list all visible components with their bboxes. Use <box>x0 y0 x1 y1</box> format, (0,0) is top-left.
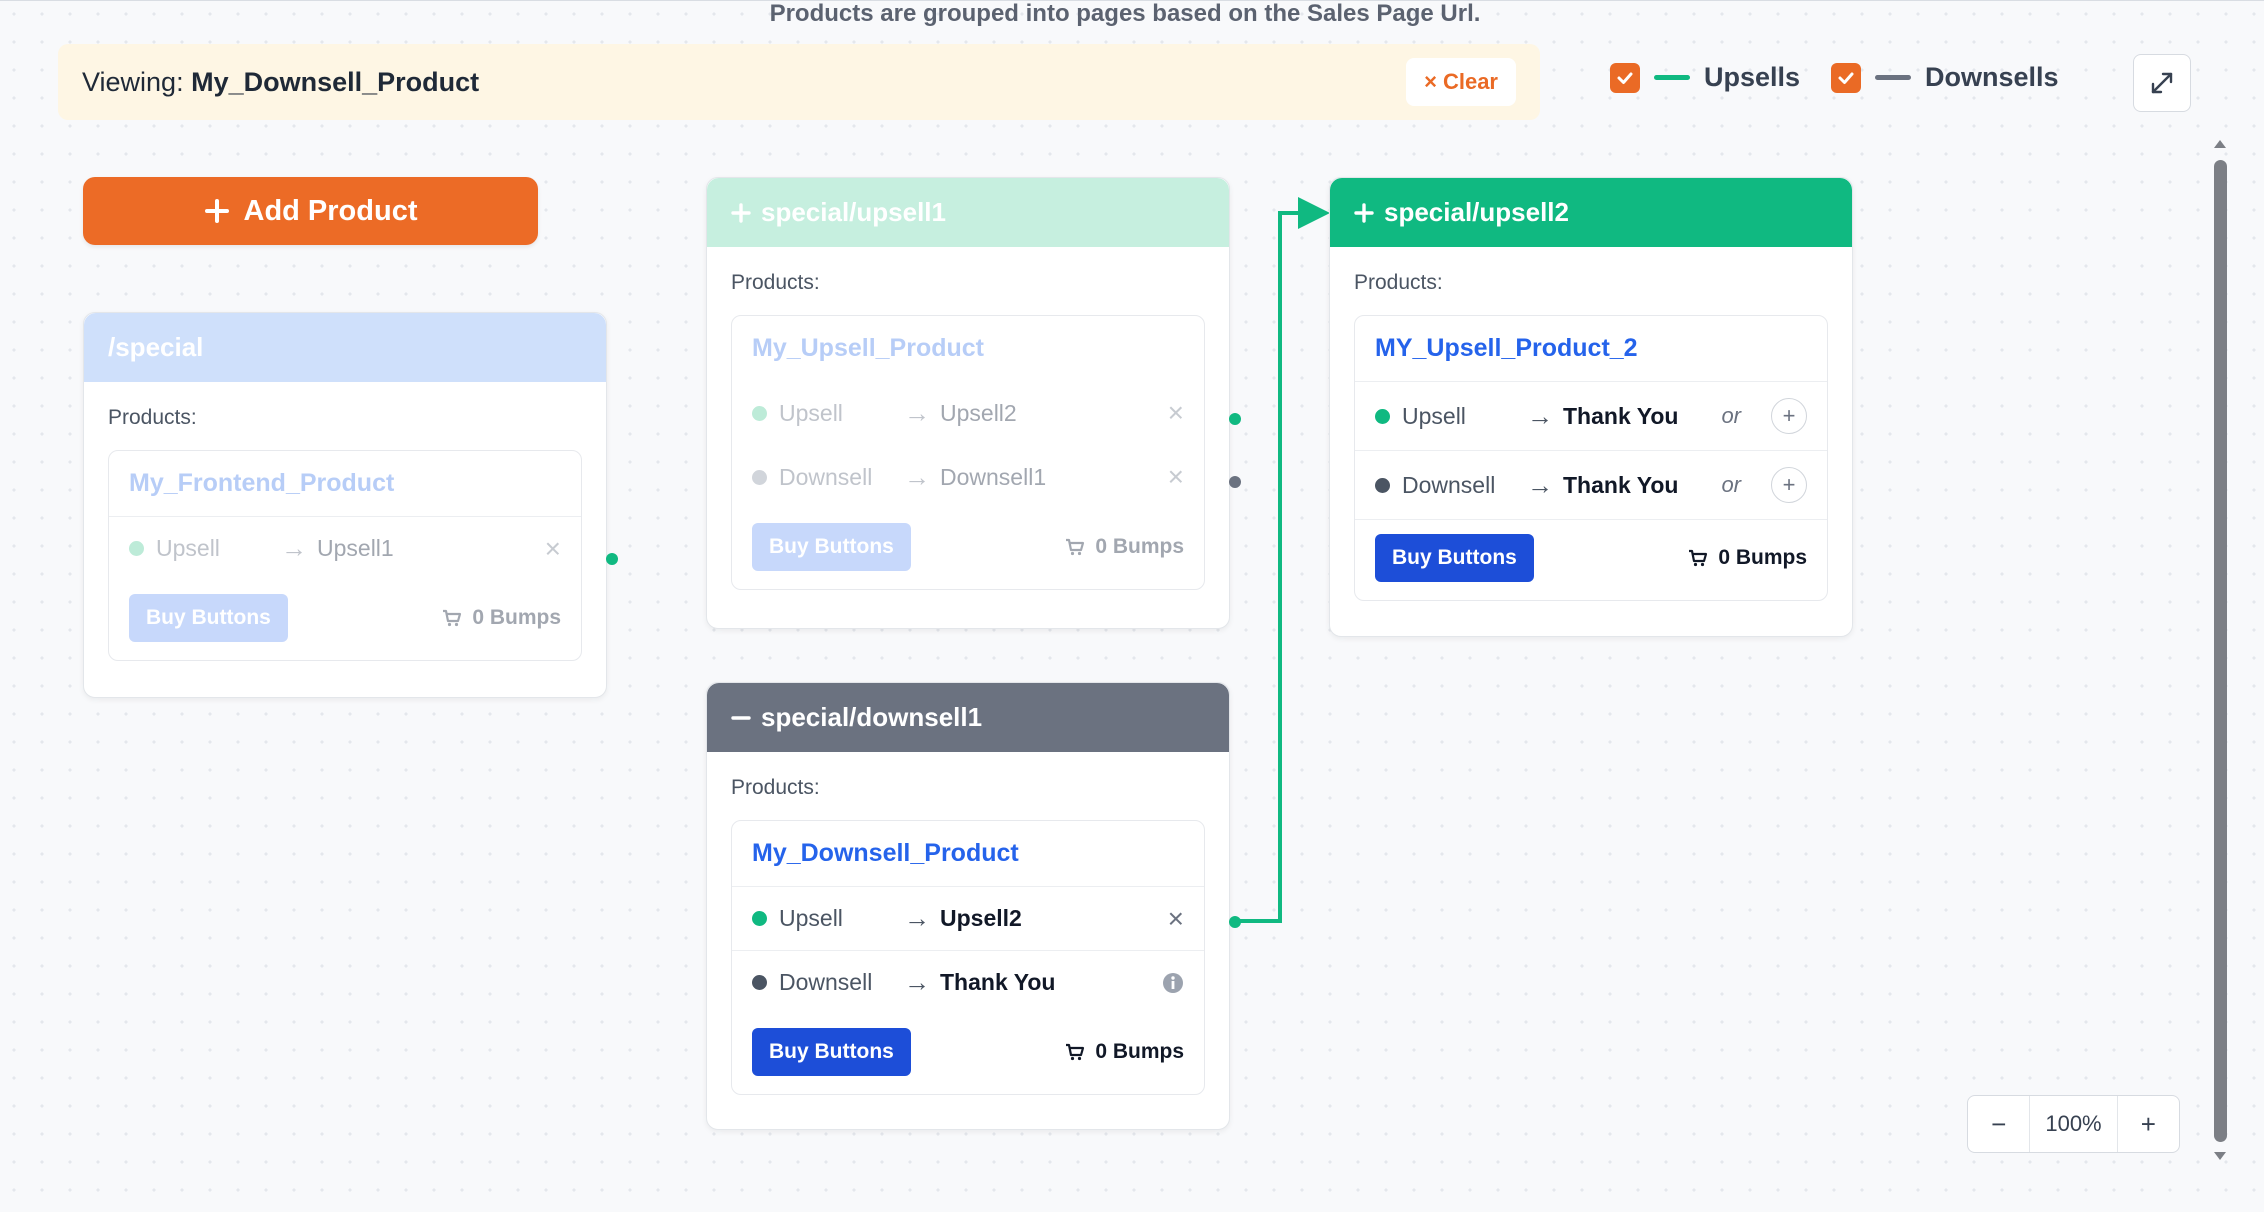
info-icon[interactable] <box>1162 972 1184 994</box>
row-type: Downsell <box>779 969 873 995</box>
buy-buttons-button[interactable]: Buy Buttons <box>1375 534 1534 582</box>
add-downsell-target-button[interactable]: + <box>1771 467 1807 503</box>
upsell-port[interactable] <box>1229 916 1241 928</box>
page-node-header[interactable]: special/downsell1 <box>707 683 1229 752</box>
connector-arrowhead <box>1298 197 1330 229</box>
row-type: Upsell <box>1402 402 1466 429</box>
upsell-row: Upsell → Upsell2 × <box>732 381 1204 445</box>
plus-icon[interactable] <box>731 202 751 223</box>
zoom-controls: − 100% + <box>1967 1095 2180 1153</box>
product-card: My_Frontend_Product Upsell → Upsell1 × B… <box>108 450 582 661</box>
row-target[interactable]: Thank You <box>1563 472 1678 499</box>
downsell-dot <box>752 469 767 485</box>
page-node-upsell2: special/upsell2 Products: MY_Upsell_Prod… <box>1329 177 1853 637</box>
product-name-link[interactable]: My_Frontend_Product <box>109 451 581 516</box>
arrow-right-icon: → <box>904 903 930 933</box>
row-target[interactable]: Upsell2 <box>940 400 1017 427</box>
row-target[interactable]: Downsell1 <box>940 464 1046 491</box>
add-upsell-target-button[interactable]: + <box>1771 398 1807 434</box>
row-target[interactable]: Thank You <box>940 969 1055 996</box>
products-label: Products: <box>108 406 197 429</box>
remove-icon[interactable]: × <box>545 533 561 565</box>
upsell-dot <box>1375 408 1390 424</box>
upsell-row: Upsell → Thank You or + <box>1355 381 1827 450</box>
scrollbar-thumb[interactable] <box>2214 160 2227 1142</box>
buy-buttons-button[interactable]: Buy Buttons <box>752 1028 911 1076</box>
buy-buttons-button[interactable]: Buy Buttons <box>752 523 911 571</box>
bumps-count: 0 Bumps <box>1065 535 1184 559</box>
upsell-port[interactable] <box>1229 413 1241 425</box>
page-node-header[interactable]: /special <box>84 313 606 382</box>
page-node-special: /special Products: My_Frontend_Product U… <box>83 312 618 698</box>
row-type: Downsell <box>1402 471 1496 498</box>
bumps-count: 0 Bumps <box>1065 1040 1184 1064</box>
buy-buttons-button[interactable]: Buy Buttons <box>129 594 288 642</box>
downsell-row: Downsell → Thank You or + <box>1355 450 1827 519</box>
zoom-in-button[interactable]: + <box>2118 1096 2179 1152</box>
or-label: or <box>1721 472 1741 497</box>
products-label: Products: <box>731 776 820 799</box>
arrow-right-icon: → <box>281 533 307 563</box>
remove-icon[interactable]: × <box>1168 397 1184 429</box>
arrow-right-icon: → <box>1527 400 1553 431</box>
product-name-link[interactable]: My_Upsell_Product <box>732 316 1204 381</box>
downsell-dot <box>752 975 767 990</box>
page-node-upsell1: special/upsell1 Products: My_Upsell_Prod… <box>706 177 1241 629</box>
upsell-dot <box>752 405 767 421</box>
remove-icon[interactable]: × <box>1168 461 1184 493</box>
product-card: MY_Upsell_Product_2 Upsell → Thank You o… <box>1354 315 1828 601</box>
page-title: special/downsell1 <box>761 702 983 732</box>
arrow-right-icon: → <box>1527 469 1553 500</box>
downsell-dot <box>1375 477 1390 493</box>
page-title: special/upsell1 <box>761 197 946 227</box>
bumps-label: 0 Bumps <box>1095 535 1184 558</box>
cart-icon <box>1689 549 1708 567</box>
arrow-right-icon: → <box>904 967 930 997</box>
bumps-label: 0 Bumps <box>1718 546 1807 569</box>
page-node-downsell1: special/downsell1 Products: My_Downsell_… <box>706 682 1241 1130</box>
row-type: Downsell <box>779 463 873 490</box>
minus-icon[interactable] <box>731 708 751 728</box>
zoom-level: 100% <box>2029 1096 2118 1152</box>
downsell-port[interactable] <box>1229 476 1241 488</box>
row-target[interactable]: Upsell1 <box>317 535 394 562</box>
product-card: My_Upsell_Product Upsell → Upsell2 × Dow… <box>731 315 1205 590</box>
upsell-connector <box>1230 211 1310 923</box>
plus-icon[interactable] <box>1354 202 1374 223</box>
arrow-right-icon: → <box>904 461 930 492</box>
upsell-port[interactable] <box>606 553 618 565</box>
upsell-row: Upsell → Upsell1 × <box>109 516 581 580</box>
remove-icon[interactable]: × <box>1168 903 1184 935</box>
cart-icon <box>1066 538 1085 556</box>
row-target[interactable]: Upsell2 <box>940 905 1022 932</box>
product-name-link[interactable]: My_Downsell_Product <box>732 821 1204 886</box>
row-type: Upsell <box>779 399 843 426</box>
page-node-header[interactable]: special/upsell1 <box>707 178 1229 247</box>
page-title: /special <box>108 332 204 362</box>
products-label: Products: <box>731 271 820 294</box>
upsell-dot <box>129 541 144 556</box>
zoom-out-button[interactable]: − <box>1968 1096 2029 1152</box>
or-label: or <box>1721 403 1741 428</box>
cart-icon <box>443 609 462 627</box>
bumps-count: 0 Bumps <box>442 606 561 630</box>
arrow-right-icon: → <box>904 397 930 428</box>
bumps-label: 0 Bumps <box>1095 1040 1184 1063</box>
bumps-label: 0 Bumps <box>472 606 561 629</box>
bumps-count: 0 Bumps <box>1688 546 1807 570</box>
row-target[interactable]: Thank You <box>1563 403 1678 430</box>
product-card: My_Downsell_Product Upsell → Upsell2 × D… <box>731 820 1205 1095</box>
product-name-link[interactable]: MY_Upsell_Product_2 <box>1355 316 1827 381</box>
row-type: Upsell <box>156 535 220 561</box>
page-node-header[interactable]: special/upsell2 <box>1330 178 1852 247</box>
row-type: Upsell <box>779 905 843 931</box>
upsell-dot <box>752 911 767 926</box>
downsell-row: Downsell → Thank You <box>732 950 1204 1014</box>
upsell-row: Upsell → Upsell2 × <box>732 886 1204 950</box>
page-title: special/upsell2 <box>1384 197 1569 227</box>
downsell-row: Downsell → Downsell1 × <box>732 445 1204 509</box>
products-label: Products: <box>1354 271 1443 294</box>
cart-icon <box>1066 1043 1085 1061</box>
